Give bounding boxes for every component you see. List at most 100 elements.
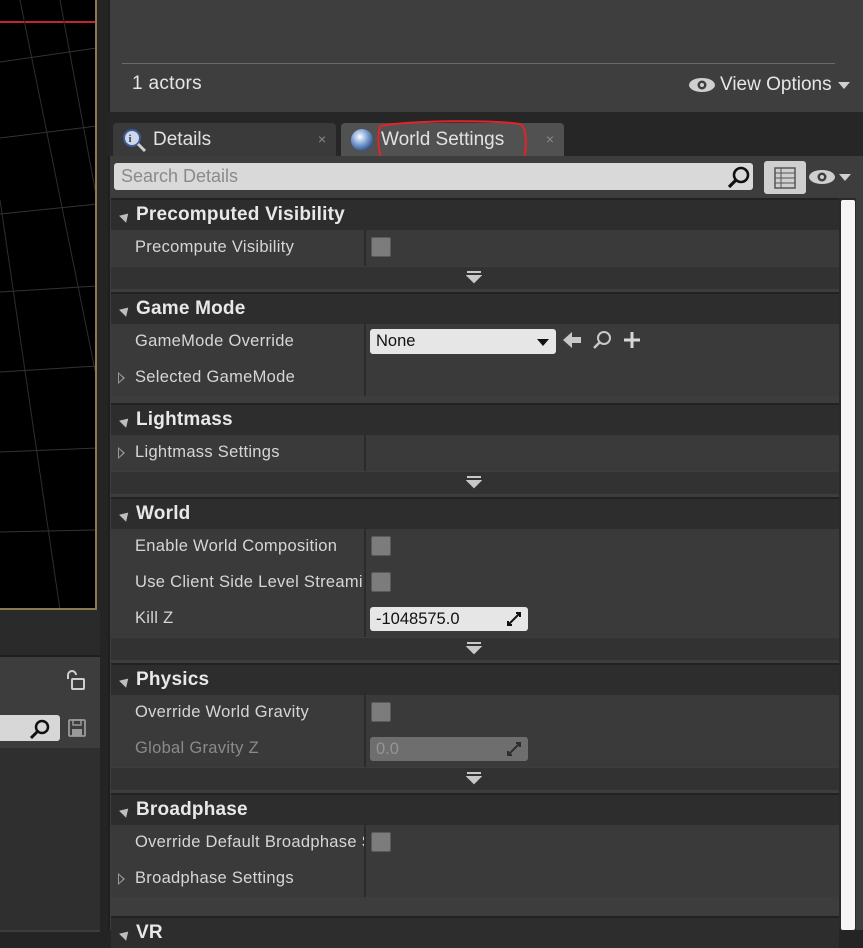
search-icon[interactable] bbox=[726, 164, 752, 190]
drag-spin-icon[interactable] bbox=[506, 611, 522, 627]
column-splitter[interactable] bbox=[364, 861, 366, 897]
property-label: Override Default Broadphase Settings bbox=[135, 833, 365, 851]
save-icon[interactable] bbox=[66, 717, 88, 739]
column-splitter[interactable] bbox=[364, 435, 366, 471]
left-separator bbox=[0, 610, 100, 655]
details-magnifier-icon: i bbox=[123, 128, 147, 152]
double-chevron-down-icon bbox=[466, 642, 482, 655]
column-splitter[interactable] bbox=[364, 360, 366, 396]
left-panel-content bbox=[0, 748, 100, 930]
category-title: Lightmass bbox=[136, 409, 233, 430]
eye-icon bbox=[689, 78, 715, 92]
property-row: Precompute Visibility bbox=[111, 230, 839, 266]
column-splitter[interactable] bbox=[364, 529, 366, 565]
category-title: VR bbox=[136, 922, 163, 943]
category-game-mode[interactable]: Game Mode bbox=[111, 292, 839, 324]
collapse-triangle-icon bbox=[119, 675, 132, 688]
add-plus-icon[interactable] bbox=[621, 328, 643, 352]
category-title: Broadphase bbox=[136, 799, 248, 820]
search-icon[interactable] bbox=[28, 718, 52, 740]
property-row: Use Client Side Level Streaming Volumes bbox=[111, 565, 839, 601]
double-chevron-down-icon bbox=[466, 476, 482, 489]
property-label: Broadphase Settings bbox=[135, 869, 294, 887]
precompute-visibility-checkbox[interactable] bbox=[371, 237, 391, 257]
globe-icon bbox=[351, 128, 373, 151]
expand-triangle-icon[interactable] bbox=[118, 372, 125, 384]
tab-details-label: Details bbox=[153, 128, 212, 150]
property-row: GameMode Override None bbox=[111, 324, 839, 360]
property-row: Override Default Broadphase Settings bbox=[111, 825, 839, 861]
collapse-triangle-icon bbox=[119, 210, 132, 223]
column-splitter[interactable] bbox=[364, 230, 366, 266]
search-details-input[interactable]: Search Details bbox=[114, 163, 753, 190]
unlock-icon[interactable] bbox=[64, 670, 88, 692]
view-options-button[interactable]: View Options bbox=[688, 73, 850, 97]
column-splitter[interactable] bbox=[364, 324, 366, 360]
expand-triangle-icon[interactable] bbox=[118, 873, 125, 885]
property-row[interactable]: Broadphase Settings bbox=[111, 861, 839, 897]
collapse-triangle-icon bbox=[119, 415, 132, 428]
gamemode-override-dropdown[interactable]: None bbox=[370, 329, 556, 354]
property-matrix-button[interactable] bbox=[764, 161, 806, 194]
property-label: Kill Z bbox=[135, 609, 174, 627]
browse-search-icon[interactable] bbox=[591, 328, 613, 352]
column-splitter[interactable] bbox=[364, 565, 366, 601]
chevron-down-icon bbox=[837, 81, 850, 89]
override-default-broadphase-checkbox[interactable] bbox=[371, 832, 391, 852]
visibility-options-button[interactable] bbox=[808, 163, 858, 191]
close-icon[interactable]: × bbox=[318, 131, 326, 147]
collapse-triangle-icon bbox=[119, 509, 132, 522]
close-icon[interactable]: × bbox=[546, 131, 554, 147]
advanced-expander[interactable] bbox=[111, 472, 839, 494]
global-gravity-z-value: 0.0 bbox=[376, 740, 399, 758]
tab-details[interactable]: i Details × bbox=[113, 123, 336, 156]
list-grid-icon bbox=[774, 166, 796, 189]
kill-z-value: -1048575.0 bbox=[376, 610, 460, 628]
global-gravity-z-input: 0.0 bbox=[370, 737, 528, 761]
property-row: Enable World Composition bbox=[111, 529, 839, 565]
property-label: GameMode Override bbox=[135, 332, 295, 350]
property-label: Use Client Side Level Streaming Volumes bbox=[135, 573, 365, 591]
category-title: World bbox=[136, 503, 191, 524]
collapse-triangle-icon bbox=[119, 805, 132, 818]
property-label: Global Gravity Z bbox=[135, 739, 259, 757]
category-title: Physics bbox=[136, 669, 210, 690]
category-physics[interactable]: Physics bbox=[111, 663, 839, 695]
dropdown-value: None bbox=[376, 332, 416, 350]
drag-spin-icon bbox=[507, 742, 521, 756]
use-selected-arrow-icon[interactable] bbox=[561, 328, 583, 352]
category-vr[interactable]: VR bbox=[111, 916, 839, 948]
override-world-gravity-checkbox[interactable] bbox=[371, 702, 391, 722]
category-broadphase[interactable]: Broadphase bbox=[111, 793, 839, 825]
scrollbar-thumb[interactable] bbox=[841, 200, 855, 930]
actors-count-label: 1 actors bbox=[132, 73, 202, 94]
double-chevron-down-icon bbox=[466, 271, 482, 284]
property-label: Precompute Visibility bbox=[135, 238, 295, 256]
category-lightmass[interactable]: Lightmass bbox=[111, 403, 839, 435]
enable-world-composition-checkbox[interactable] bbox=[371, 536, 391, 556]
category-world[interactable]: World bbox=[111, 497, 839, 529]
level-viewport[interactable] bbox=[0, 0, 97, 610]
kill-z-input[interactable]: -1048575.0 bbox=[370, 607, 528, 631]
advanced-expander[interactable] bbox=[111, 638, 839, 660]
property-row[interactable]: Selected GameMode bbox=[111, 360, 839, 396]
property-label: Override World Gravity bbox=[135, 703, 310, 721]
advanced-expander[interactable] bbox=[111, 267, 839, 289]
advanced-expander[interactable] bbox=[111, 768, 839, 790]
property-row: Kill Z -1048575.0 bbox=[111, 601, 839, 637]
expand-triangle-icon[interactable] bbox=[118, 447, 125, 459]
category-precomputed-visibility[interactable]: Precomputed Visibility bbox=[111, 198, 839, 230]
property-row: Global Gravity Z 0.0 bbox=[111, 731, 839, 767]
column-splitter[interactable] bbox=[364, 695, 366, 731]
property-label: Lightmass Settings bbox=[135, 443, 280, 461]
client-side-level-streaming-checkbox[interactable] bbox=[371, 572, 391, 592]
property-label: Selected GameMode bbox=[135, 368, 296, 386]
column-splitter[interactable] bbox=[364, 825, 366, 861]
category-title: Game Mode bbox=[136, 298, 246, 319]
column-splitter[interactable] bbox=[364, 731, 366, 767]
property-row[interactable]: Lightmass Settings bbox=[111, 435, 839, 471]
eye-icon bbox=[809, 170, 835, 184]
double-chevron-down-icon bbox=[466, 772, 482, 785]
property-label: Enable World Composition bbox=[135, 537, 338, 555]
column-splitter[interactable] bbox=[364, 601, 366, 637]
